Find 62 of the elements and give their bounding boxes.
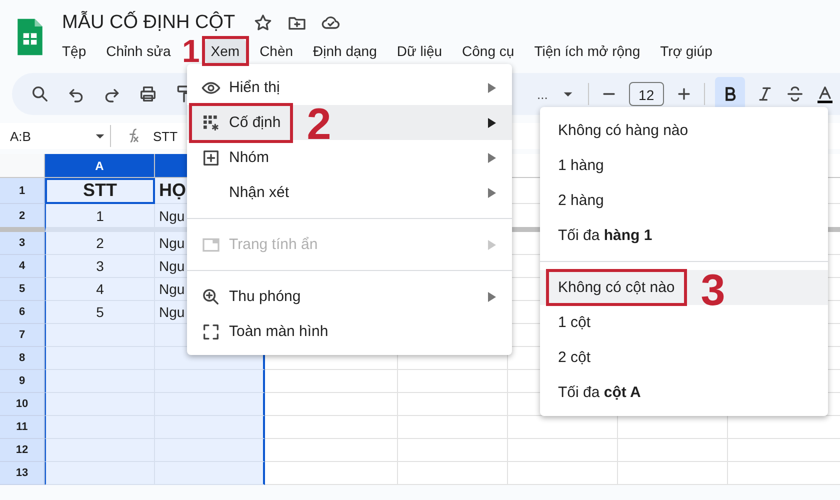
menu-bar-item[interactable]: Trợ giúp bbox=[654, 39, 718, 63]
submenu-arrow-icon bbox=[488, 152, 496, 162]
name-box[interactable]: A:B bbox=[0, 128, 90, 144]
submenu-arrow-icon bbox=[488, 82, 496, 92]
row-header[interactable]: 7 bbox=[0, 324, 45, 347]
row-header[interactable]: 12 bbox=[0, 439, 45, 462]
font-field[interactable]: ... bbox=[537, 86, 548, 102]
table-cell: 2 bbox=[45, 232, 155, 255]
corner-cell[interactable] bbox=[0, 154, 45, 178]
row-header[interactable]: 8 bbox=[0, 347, 45, 370]
search-icon[interactable] bbox=[30, 84, 50, 104]
menu-bar-item[interactable]: Xem bbox=[204, 39, 246, 63]
table-cell: 3 bbox=[45, 255, 155, 278]
row-header[interactable]: 11 bbox=[0, 416, 45, 439]
grid-icon bbox=[201, 112, 221, 132]
fullscreen-icon bbox=[201, 322, 221, 342]
strikethrough-icon[interactable] bbox=[784, 84, 805, 104]
menu-item[interactable]: 2 hàng bbox=[540, 183, 828, 218]
menu-item[interactable]: Không có hàng nào bbox=[540, 113, 828, 148]
column-header[interactable]: A bbox=[45, 154, 155, 178]
table-cell: 1 bbox=[45, 204, 155, 232]
menu-item[interactable]: Hiển thị bbox=[187, 70, 512, 105]
menu-bar-item[interactable]: Chỉnh sửa bbox=[100, 39, 177, 63]
row-header[interactable]: 4 bbox=[0, 255, 45, 278]
print-icon[interactable] bbox=[138, 84, 158, 104]
submenu-arrow-icon bbox=[488, 188, 496, 198]
menu-item[interactable]: Cố định 2 bbox=[187, 105, 512, 140]
row-header[interactable]: 3 bbox=[0, 232, 45, 255]
row-header[interactable]: 6 bbox=[0, 301, 45, 324]
menu-item[interactable]: Tối đa cột A bbox=[540, 375, 828, 410]
table-cell: 5 bbox=[45, 301, 155, 324]
callout-number: 1 bbox=[182, 35, 200, 67]
table-cell: STT bbox=[45, 178, 155, 204]
plus-box-icon bbox=[201, 148, 221, 168]
text-color-icon[interactable] bbox=[814, 84, 835, 104]
sheets-logo-icon[interactable] bbox=[15, 17, 45, 57]
submenu-arrow-icon bbox=[488, 240, 496, 250]
row-header[interactable]: 2 bbox=[0, 204, 45, 232]
star-icon[interactable] bbox=[253, 13, 274, 33]
menu-bar-item[interactable]: Tiện ích mở rộng bbox=[528, 39, 646, 63]
row-header[interactable]: 9 bbox=[0, 370, 45, 393]
table-cell: 4 bbox=[45, 278, 155, 301]
font-size-field[interactable]: 12 bbox=[628, 82, 664, 106]
menu-item[interactable]: 1 hàng bbox=[540, 148, 828, 183]
submenu-arrow-icon bbox=[488, 292, 496, 302]
row-header[interactable]: 1 bbox=[0, 178, 45, 204]
zoom-icon bbox=[201, 286, 221, 306]
menu-bar-item[interactable]: Dữ liệu bbox=[390, 39, 448, 63]
menu-item[interactable]: Tối đa hàng 1 bbox=[540, 218, 828, 253]
menu-bar-item[interactable]: Định dạng bbox=[307, 39, 383, 63]
menu-item[interactable]: 2 cột bbox=[540, 340, 828, 375]
document-title[interactable]: MẪU CỐ ĐỊNH CỘT bbox=[62, 12, 236, 34]
submenu-arrow-icon bbox=[488, 118, 496, 128]
formula-field[interactable]: STT bbox=[153, 128, 178, 144]
menu-bar-item[interactable]: Chèn bbox=[254, 39, 300, 63]
row-header[interactable]: 10 bbox=[0, 393, 45, 416]
row-header[interactable]: 5 bbox=[0, 278, 45, 301]
menu-item[interactable]: Không có cột nào 3 bbox=[540, 270, 828, 305]
menu-bar-item[interactable]: Công cụ bbox=[456, 39, 520, 63]
menu-bar-item[interactable]: Tệp bbox=[56, 39, 92, 63]
row-header[interactable]: 13 bbox=[0, 462, 45, 485]
callout-frame bbox=[202, 36, 249, 66]
